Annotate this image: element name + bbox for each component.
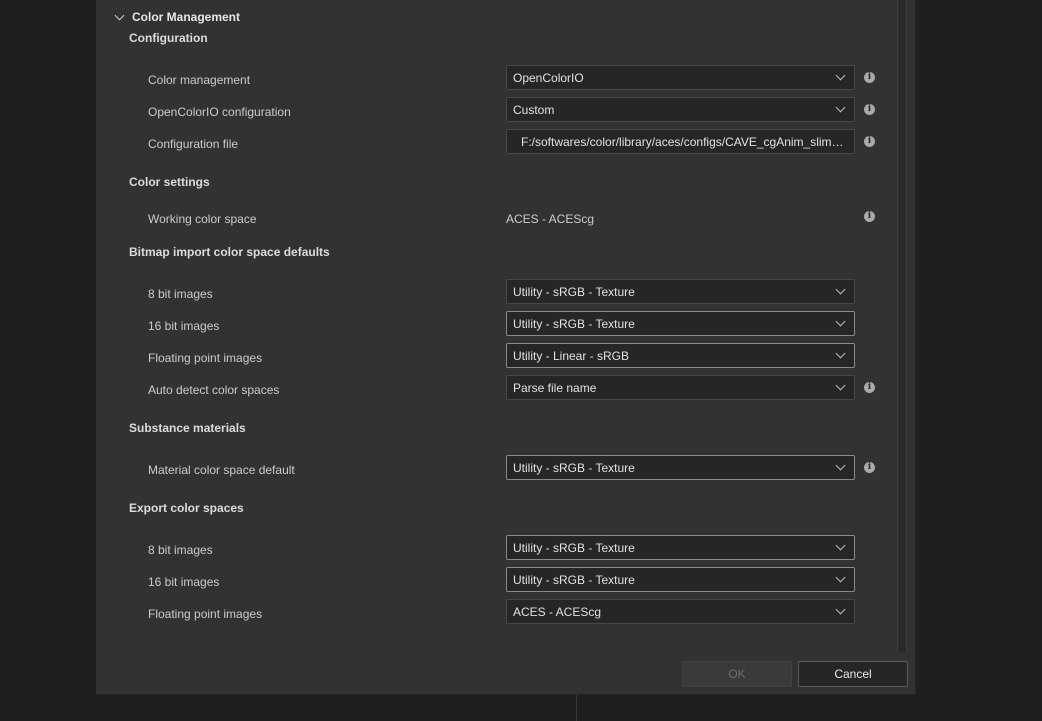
scrollbar[interactable] <box>897 0 907 652</box>
info-icon[interactable]: i <box>864 211 875 222</box>
collapse-chevron-icon[interactable] <box>114 10 125 21</box>
export-16bit-dropdown[interactable]: Utility - sRGB - Texture <box>506 567 855 592</box>
import-16bit-label: 16 bit images <box>148 319 220 333</box>
bitmap-import-heading: Bitmap import color space defaults <box>129 245 330 259</box>
configuration-heading: Configuration <box>129 31 208 45</box>
substance-materials-heading: Substance materials <box>129 421 246 435</box>
chevron-down-icon <box>835 284 846 295</box>
material-color-space-dropdown[interactable]: Utility - sRGB - Texture <box>506 455 855 480</box>
section-title: Color Management <box>132 10 241 24</box>
export-16bit-label: 16 bit images <box>148 575 220 589</box>
working-color-space-label: Working color space <box>148 212 257 226</box>
color-management-label: Color management <box>148 73 251 87</box>
chevron-down-icon <box>835 348 846 359</box>
material-color-space-label: Material color space default <box>148 463 295 477</box>
export-float-label: Floating point images <box>148 607 263 621</box>
chevron-down-icon <box>835 102 846 113</box>
configuration-file-label: Configuration file <box>148 137 239 151</box>
background-divider <box>576 695 577 721</box>
auto-detect-label: Auto detect color spaces <box>148 383 280 397</box>
info-icon[interactable]: i <box>864 104 875 115</box>
import-8bit-dropdown[interactable]: Utility - sRGB - Texture <box>506 279 855 304</box>
color-settings-heading: Color settings <box>129 175 210 189</box>
export-8bit-dropdown[interactable]: Utility - sRGB - Texture <box>506 535 855 560</box>
export-float-dropdown[interactable]: ACES - ACEScg <box>506 599 855 624</box>
info-icon[interactable]: i <box>864 462 875 473</box>
chevron-down-icon <box>835 316 846 327</box>
chevron-down-icon <box>835 540 846 551</box>
export-8bit-label: 8 bit images <box>148 543 213 557</box>
chevron-down-icon <box>835 380 846 391</box>
chevron-down-icon <box>835 460 846 471</box>
chevron-down-icon <box>835 604 846 615</box>
import-float-dropdown[interactable]: Utility - Linear - sRGB <box>506 343 855 368</box>
import-float-label: Floating point images <box>148 351 263 365</box>
info-icon[interactable]: i <box>864 136 875 147</box>
ok-button[interactable]: OK <box>682 661 792 687</box>
ocio-configuration-dropdown[interactable]: Custom <box>506 97 855 122</box>
import-16bit-dropdown[interactable]: Utility - sRGB - Texture <box>506 311 855 336</box>
configuration-file-field[interactable]: F:/softwares/color/library/aces/configs/… <box>506 129 855 154</box>
ocio-configuration-label: OpenColorIO configuration <box>148 105 291 119</box>
section-header-color-management[interactable]: Color Management <box>112 8 240 26</box>
cancel-button[interactable]: Cancel <box>798 661 908 687</box>
info-icon[interactable]: i <box>864 72 875 83</box>
export-heading: Export color spaces <box>129 501 244 515</box>
auto-detect-dropdown[interactable]: Parse file name <box>506 375 855 400</box>
info-icon[interactable]: i <box>864 382 875 393</box>
chevron-down-icon <box>835 572 846 583</box>
import-8bit-label: 8 bit images <box>148 287 213 301</box>
chevron-down-icon <box>835 70 846 81</box>
working-color-space-value: ACES - ACEScg <box>506 212 595 226</box>
color-management-dropdown[interactable]: OpenColorIO <box>506 65 855 90</box>
